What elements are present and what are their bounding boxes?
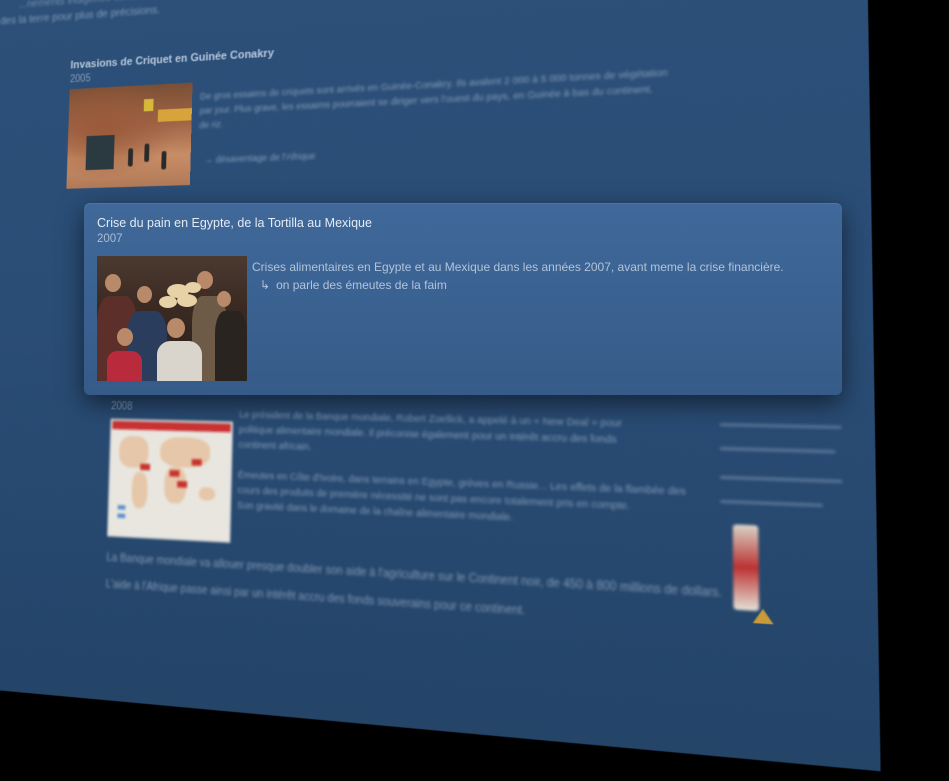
map-landmass bbox=[131, 471, 148, 509]
roof-shape bbox=[157, 108, 192, 122]
food-crisis-map bbox=[107, 418, 233, 543]
person-shape bbox=[127, 148, 134, 167]
head-shape bbox=[137, 286, 152, 303]
event-description: Crises alimentaires en Egypte et au Mexi… bbox=[252, 260, 784, 274]
person-shape bbox=[161, 150, 167, 170]
legend-swatch bbox=[117, 513, 126, 519]
map-marker bbox=[191, 459, 202, 466]
entry-year: 2005 bbox=[69, 73, 91, 86]
side-text-line bbox=[719, 475, 843, 484]
entry-text: continent africain. bbox=[238, 439, 312, 453]
person-shape bbox=[215, 311, 247, 381]
entry-text: → désaventage de l'Afrique bbox=[204, 150, 316, 165]
person-shape bbox=[107, 351, 142, 381]
subnote-text: on parle des émeutes de la faim bbox=[276, 278, 447, 292]
map-marker bbox=[177, 480, 188, 488]
event-subnote: ↳ on parle des émeutes de la faim bbox=[260, 278, 447, 292]
entry-title[interactable]: Invasions de Criquet en Guinée Conakry bbox=[70, 47, 274, 71]
legend-swatch bbox=[117, 505, 126, 510]
person-shape bbox=[157, 341, 202, 381]
entry-year: 2008 bbox=[110, 400, 133, 413]
emblem-image bbox=[732, 524, 760, 612]
side-text-line bbox=[719, 422, 842, 430]
bread-shape bbox=[185, 282, 201, 293]
head-shape bbox=[217, 291, 231, 307]
sign-shape bbox=[143, 98, 154, 112]
event-title: Crise du pain en Egypte, de la Tortilla … bbox=[97, 216, 372, 230]
return-arrow-icon: ↳ bbox=[260, 278, 271, 292]
bread-shape bbox=[159, 296, 177, 308]
side-text-line bbox=[719, 499, 824, 508]
head-shape bbox=[117, 328, 133, 346]
event-year: 2007 bbox=[97, 233, 123, 245]
map-marker bbox=[140, 463, 151, 471]
locust-road-photo bbox=[66, 82, 193, 189]
truck-shape bbox=[85, 134, 115, 171]
bread-crowd-photo bbox=[97, 256, 247, 381]
head-shape bbox=[105, 274, 121, 292]
caret-icon bbox=[752, 608, 774, 625]
head-shape bbox=[167, 318, 185, 338]
map-marker bbox=[169, 470, 180, 477]
map-landmass bbox=[198, 487, 216, 501]
bread-shape bbox=[177, 294, 197, 307]
person-shape bbox=[144, 143, 150, 163]
side-text-line bbox=[719, 446, 836, 454]
entry-text: de riz. bbox=[199, 118, 224, 131]
timeline-event-card[interactable]: Crise du pain en Egypte, de la Tortilla … bbox=[84, 203, 842, 395]
map-header-bar bbox=[112, 420, 231, 433]
map-landmass bbox=[159, 436, 211, 469]
